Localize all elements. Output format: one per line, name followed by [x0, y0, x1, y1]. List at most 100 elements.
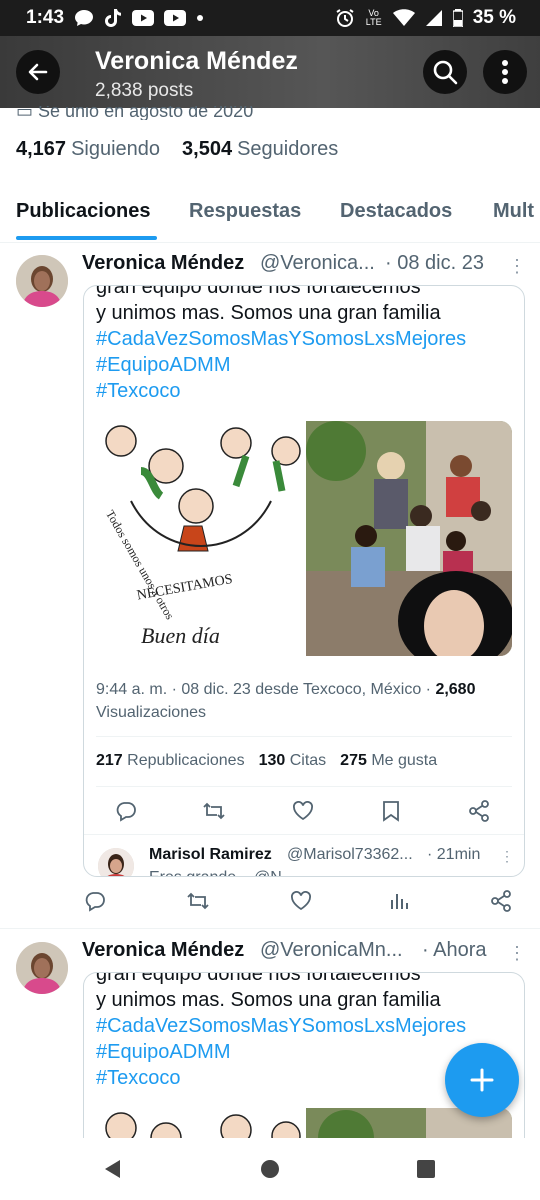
tab-respuestas[interactable]: Respuestas [189, 200, 301, 223]
tab-multimedia[interactable]: Mult [493, 200, 534, 223]
hashtag-link[interactable]: #Texcoco [96, 378, 466, 404]
post-image-drawing[interactable]: Todos somos unos a otros NECESITAMOS Bue… [96, 421, 301, 656]
bookmark-button[interactable] [376, 796, 406, 826]
battery-icon [452, 9, 463, 27]
volte-indicator: Vo LTE [365, 8, 382, 27]
author-name[interactable]: Veronica Méndez [82, 252, 244, 275]
compose-button[interactable] [445, 1043, 519, 1117]
joined-date: ▭ Se unió en agosto de 2020 [16, 106, 253, 120]
post-image-drawing[interactable] [96, 1108, 301, 1139]
more-vertical-icon [502, 60, 508, 84]
divider [84, 834, 524, 835]
post-meta: 9:44 a. m. · 08 dic. 23 desde Texcoco, M… [96, 681, 476, 721]
post-views-button[interactable] [384, 886, 414, 916]
analytics-icon [391, 894, 408, 909]
header-title: Veronica Méndez [95, 47, 298, 75]
profile-header: Veronica Méndez 2,838 posts [0, 36, 540, 108]
like-button[interactable] [288, 796, 318, 826]
quotes-stat[interactable]: 130 Citas [259, 752, 327, 770]
status-bar: 1:43 Vo LTE 35 % [0, 0, 540, 36]
reply-author-handle[interactable]: @Marisol73362... [287, 846, 413, 864]
hashtag-link[interactable]: #EquipoADMM [96, 352, 466, 378]
children-drawing [105, 1112, 301, 1139]
post-more-icon[interactable]: ⋮ [508, 256, 526, 277]
post-time: · Ahora [422, 939, 487, 961]
drawing-text-left: Todos somos unos a otros [103, 508, 177, 623]
quote-text: gran equipo donde nos fortalecemos y uni… [96, 972, 467, 1091]
author-handle[interactable]: @Veronica... [260, 252, 375, 275]
tab-publicaciones[interactable]: Publicaciones [16, 200, 151, 223]
children-drawing: Todos somos unos a otros NECESITAMOS Bue… [103, 425, 301, 648]
quoted-post[interactable]: gran equipo donde nos fortalecemos y uni… [83, 285, 525, 877]
plus-icon [470, 1068, 494, 1092]
nav-back-button[interactable] [102, 1158, 122, 1185]
share-button[interactable] [464, 796, 494, 826]
group-photo [306, 421, 512, 656]
hashtag-link[interactable]: #Texcoco [96, 1065, 466, 1091]
android-navigation-bar [0, 1138, 540, 1200]
status-time: 1:43 [26, 7, 65, 28]
triangle-back-icon [105, 1160, 120, 1178]
divider [96, 736, 512, 737]
repost-icon [203, 802, 225, 820]
reply-avatar[interactable] [98, 848, 134, 876]
battery-percent: 35 % [472, 7, 516, 28]
author-handle[interactable]: @VeronicaMn... [260, 939, 403, 962]
likes-stat[interactable]: 275 Me gusta [340, 752, 437, 770]
nav-recents-button[interactable] [416, 1158, 436, 1185]
post-time: · 08 dic. 23 [385, 252, 484, 274]
quote-text: gran equipo donde nos fortalecemos y uni… [96, 285, 467, 404]
back-button[interactable] [16, 50, 60, 94]
repost-icon [187, 892, 209, 910]
youtube-icon [132, 10, 155, 26]
post-separator [0, 928, 540, 929]
calendar-icon: ▭ [16, 106, 39, 120]
tiktok-icon [104, 8, 122, 28]
notification-dot-icon [196, 14, 204, 22]
repost-button[interactable] [199, 796, 229, 826]
avatar-photo [16, 942, 68, 994]
heart-icon [291, 891, 311, 911]
hashtag-link[interactable]: #CadaVezSomosMasYSomosLxsMejores [96, 1013, 466, 1039]
tab-destacados[interactable]: Destacados [340, 200, 452, 223]
post-share-button[interactable] [486, 886, 516, 916]
avatar-photo [16, 255, 68, 307]
reply-author-name[interactable]: Marisol Ramirez [149, 846, 272, 864]
search-button[interactable] [423, 50, 467, 94]
signal-icon [425, 9, 443, 27]
avatar[interactable] [16, 942, 68, 994]
followers-link[interactable]: 3,504 Seguidores [182, 138, 338, 161]
reply-more-icon[interactable]: ⋮ [500, 848, 514, 865]
hashtag-link[interactable]: #CadaVezSomosMasYSomosLxsMejores [96, 326, 466, 352]
drawing-caption: Buen día [141, 623, 220, 648]
reply-button[interactable] [111, 796, 141, 826]
post-repost-button[interactable] [183, 886, 213, 916]
reposts-stat[interactable]: 217 Republicaciones [96, 752, 245, 770]
circle-home-icon [261, 1160, 279, 1178]
share-icon [491, 890, 511, 912]
author-name[interactable]: Veronica Méndez [82, 939, 244, 962]
youtube-icon-2 [164, 10, 187, 26]
post-image-group-photo[interactable] [306, 421, 512, 656]
chat-icon [74, 9, 94, 27]
reply-icon [85, 892, 105, 912]
square-recents-icon [417, 1160, 435, 1178]
reply-icon [116, 802, 136, 822]
alarm-icon [335, 8, 355, 28]
views-label: Visualizaciones [96, 704, 206, 721]
heart-icon [293, 801, 313, 821]
reply-time: · 21min [427, 846, 481, 863]
more-button[interactable] [483, 50, 527, 94]
hashtag-link[interactable]: #EquipoADMM [96, 1039, 466, 1065]
following-link[interactable]: 4,167 Siguiendo [16, 138, 160, 161]
follow-counts: 4,167 Siguiendo 3,504 Seguidores [16, 138, 338, 161]
bookmark-icon [383, 801, 399, 822]
post-reply-button[interactable] [80, 886, 110, 916]
avatar[interactable] [16, 255, 68, 307]
nav-home-button[interactable] [260, 1158, 280, 1185]
reply-avatar-photo [98, 848, 134, 876]
share-icon [469, 800, 489, 822]
post-like-button[interactable] [286, 886, 316, 916]
post-more-icon[interactable]: ⋮ [508, 943, 526, 964]
reply-text-peek: Eres grande... @N... [149, 869, 295, 876]
